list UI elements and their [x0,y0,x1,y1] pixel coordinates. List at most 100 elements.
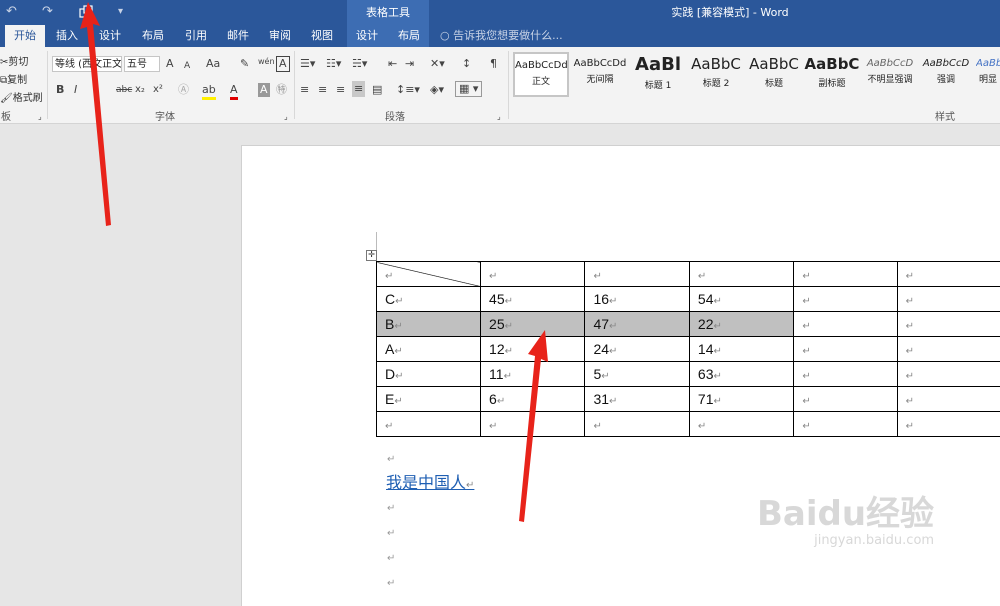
table-cell[interactable]: 25↵ [481,312,585,337]
bullets-icon[interactable]: ☰▾ [300,57,315,71]
subscript-icon[interactable]: x₂ [135,83,145,97]
table-cell[interactable]: ↵ [794,412,897,437]
copy-button[interactable]: ⧉复制 [0,71,27,86]
tab-design[interactable]: 设计 [92,25,128,47]
tab-insert[interactable]: 插入 [50,25,84,47]
tab-review[interactable]: 审阅 [263,25,297,47]
dialog-launcher-icon[interactable]: ⌟ [38,110,42,124]
table-row[interactable]: B↵25↵47↵22↵↵↵ [377,312,1000,337]
table-cell[interactable]: A↵ [377,337,481,362]
font-name-select[interactable]: 等线 (西文正文) [52,56,122,72]
style-emphasis[interactable]: AaBbCcD 强调 [918,52,974,97]
table-cell[interactable]: 31↵ [585,387,689,412]
table-cell[interactable]: ↵ [897,412,1000,437]
table-cell[interactable]: 71↵ [689,387,793,412]
tab-table-design[interactable]: 设计 [350,25,384,47]
data-table[interactable]: ↵↵↵↵↵↵C↵45↵16↵54↵↵↵B↵25↵47↵22↵↵↵A↵12↵24↵… [376,261,1000,437]
highlight-icon[interactable]: ab [202,83,216,100]
table-cell[interactable]: ↵ [794,337,897,362]
font-dialog-icon[interactable]: ⌟ [284,110,288,124]
table-cell[interactable]: E↵ [377,387,481,412]
table-cell[interactable]: ↵ [377,412,481,437]
table-cell[interactable]: B↵ [377,312,481,337]
style-subtle-emphasis[interactable]: AaBbCcD 不明显强调 [862,52,918,97]
tab-view[interactable]: 视图 [305,25,339,47]
redo-icon[interactable]: ↷ [42,4,53,19]
table-cell[interactable]: ↵ [794,262,897,287]
multilevel-list-icon[interactable]: ☵▾ [352,57,367,71]
table-row[interactable]: ↵↵↵↵↵↵ [377,262,1000,287]
hyperlink-text[interactable]: 我是中国人↵ [386,469,474,493]
diagonal-header-cell[interactable]: ↵ [377,262,481,287]
align-left-icon[interactable]: ≡ [300,83,309,97]
text-effects-icon[interactable]: Ⓐ [178,83,189,97]
table-row[interactable]: ↵↵↵↵↵↵ [377,412,1000,437]
table-cell[interactable]: ↵ [897,362,1000,387]
document-page[interactable]: ✛ ↵↵↵↵↵↵C↵45↵16↵54↵↵↵B↵25↵47↵22↵↵↵A↵12↵2… [241,145,1000,606]
italic-icon[interactable]: I [74,83,77,97]
chinese-layout-icon[interactable]: ✕▾ [430,57,445,71]
font-color-icon[interactable]: A [230,83,238,100]
style-normal[interactable]: AaBbCcDd 正文 [513,52,569,97]
table-cell[interactable]: 16↵ [585,287,689,312]
table-cell[interactable]: ↵ [689,412,793,437]
tab-mailings[interactable]: 邮件 [221,25,255,47]
table-cell[interactable]: 5↵ [585,362,689,387]
tell-me-box[interactable]: ○ 告诉我您想要做什么... [440,25,563,47]
undo-icon[interactable]: ↶ [6,4,17,19]
style-heading1[interactable]: AaBl 标题 1 [630,52,686,97]
table-cell[interactable]: ↵ [481,412,585,437]
align-right-icon[interactable]: ≡ [336,83,345,97]
paragraph-dialog-icon[interactable]: ⌟ [497,110,501,124]
sort-icon[interactable]: ↕ [462,57,471,71]
table-cell[interactable]: ↵ [794,387,897,412]
table-cell[interactable]: 22↵ [689,312,793,337]
table-cell[interactable]: ↵ [897,387,1000,412]
table-cell[interactable]: 11↵ [481,362,585,387]
tab-table-layout[interactable]: 布局 [392,25,426,47]
table-cell[interactable]: ↵ [897,337,1000,362]
shrink-font-icon[interactable]: A [184,59,190,73]
table-row[interactable]: C↵45↵16↵54↵↵↵ [377,287,1000,312]
style-subtitle[interactable]: AaBbC 副标题 [804,52,860,97]
table-cell[interactable]: 24↵ [585,337,689,362]
distributed-icon[interactable]: ▤ [372,83,382,97]
char-shading-icon[interactable]: A [258,83,270,97]
borders-icon[interactable]: ▦ ▾ [455,81,482,97]
decrease-indent-icon[interactable]: ⇤ [388,57,397,71]
bold-icon[interactable]: B [56,83,64,97]
table-cell[interactable]: ↵ [794,362,897,387]
phonetic-guide-icon[interactable]: wén [258,55,275,69]
style-heading2[interactable]: AaBbC 标题 2 [688,52,744,97]
numbering-icon[interactable]: ☷▾ [326,57,341,71]
font-size-select[interactable]: 五号 [124,56,160,72]
show-marks-icon[interactable]: ¶ [490,57,497,71]
table-cell[interactable]: 6↵ [481,387,585,412]
style-intense-emphasis[interactable]: AaBbCcD 明显 [976,52,1000,97]
table-cell[interactable]: C↵ [377,287,481,312]
justify-icon[interactable]: ≡ [352,81,365,97]
style-title[interactable]: AaBbC 标题 [746,52,802,97]
table-row[interactable]: E↵6↵31↵71↵↵↵ [377,387,1000,412]
table-cell[interactable]: 45↵ [481,287,585,312]
table-cell[interactable]: 12↵ [481,337,585,362]
grow-font-icon[interactable]: A [166,57,174,71]
line-spacing-icon[interactable]: ↕≡▾ [396,83,420,97]
table-cell[interactable]: ↵ [897,262,1000,287]
table-row[interactable]: D↵11↵5↵63↵↵↵ [377,362,1000,387]
superscript-icon[interactable]: x² [153,83,163,97]
table-cell[interactable]: D↵ [377,362,481,387]
center-icon[interactable]: ≡ [318,83,327,97]
table-cell[interactable]: ↵ [585,412,689,437]
table-cell[interactable]: ↵ [794,287,897,312]
table-cell[interactable]: ↵ [897,287,1000,312]
table-cell[interactable]: ↵ [689,262,793,287]
table-cell[interactable]: 14↵ [689,337,793,362]
tab-home[interactable]: 开始 [5,25,45,47]
tab-layout[interactable]: 布局 [136,25,170,47]
table-cell[interactable]: ↵ [585,262,689,287]
strikethrough-icon[interactable]: abc [116,83,132,97]
table-cell[interactable]: ↵ [897,312,1000,337]
style-no-spacing[interactable]: AaBbCcDd 无间隔 [572,52,628,97]
table-cell[interactable]: 47↵ [585,312,689,337]
